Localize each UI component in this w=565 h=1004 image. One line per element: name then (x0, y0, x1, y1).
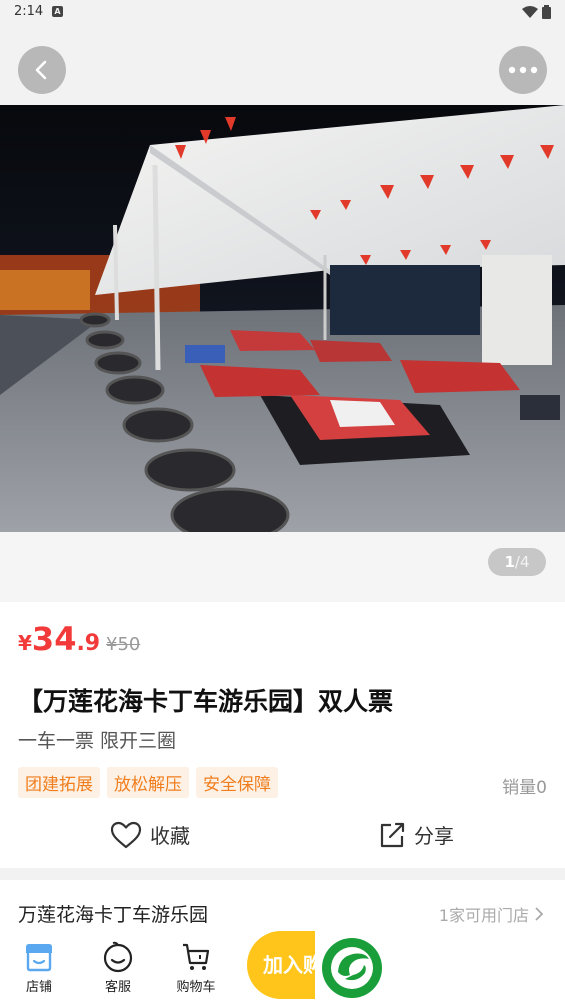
pager-total: 4 (519, 553, 530, 571)
brand-leaf-icon (331, 947, 373, 989)
brand-logo[interactable] (322, 938, 382, 998)
back-button[interactable] (18, 46, 66, 94)
favorite-button[interactable]: 收藏 (110, 820, 190, 849)
sales-count: 销量0 (502, 778, 547, 798)
price-integer: 34 (31, 620, 77, 658)
service-icon (103, 941, 133, 973)
product-title: 【万莲花海卡丁车游乐园】双人票 (18, 687, 394, 716)
chevron-right-icon (535, 907, 543, 921)
product-tags: 团建拓展 放松解压 安全保障 (18, 767, 278, 798)
store-count-label: 1家可用门店 (438, 906, 529, 925)
price-decimal: .9 (76, 631, 101, 656)
chevron-left-icon (35, 60, 47, 80)
tag: 放松解压 (107, 767, 189, 798)
status-icons (522, 5, 551, 19)
tab-store[interactable]: 店铺 (14, 938, 64, 995)
tag: 团建拓展 (18, 767, 100, 798)
tag: 安全保障 (196, 767, 278, 798)
battery-icon (542, 5, 551, 19)
status-time: 2:14 (14, 4, 44, 19)
top-navigation (0, 24, 565, 105)
store-count: 1家可用门店 (439, 902, 543, 926)
go-kart-track-photo (0, 105, 565, 532)
notification-icon: A (52, 6, 63, 17)
original-price: ¥50 (106, 634, 141, 655)
product-subtitle: 一车一票 限开三圈 (18, 730, 177, 752)
heart-icon (110, 821, 142, 848)
action-row: 收藏 分享 (0, 820, 565, 860)
cart-icon (183, 943, 210, 970)
share-button[interactable]: 分享 (378, 820, 454, 849)
store-name: 万莲花海卡丁车游乐园 (18, 904, 209, 926)
tab-cart[interactable]: 购物车 (171, 938, 221, 995)
tab-service-label: 客服 (104, 980, 131, 995)
favorite-label: 收藏 (150, 824, 190, 848)
product-image[interactable] (0, 105, 565, 532)
tab-service[interactable]: 客服 (93, 938, 143, 995)
product-info: ¥ 34 .9 ¥50 【万莲花海卡丁车游乐园】双人票 一车一票 限开三圈 团建… (0, 602, 565, 868)
currency-symbol: ¥ (18, 631, 32, 655)
more-button[interactable] (499, 46, 547, 94)
store-icon (26, 944, 52, 972)
share-icon (380, 822, 405, 847)
tab-cart-label: 购物车 (176, 980, 216, 995)
image-pager: 1/4 (488, 548, 546, 576)
pager-current: 1 (504, 553, 515, 571)
wifi-icon (522, 5, 538, 18)
share-label: 分享 (414, 824, 454, 848)
more-dots-icon (508, 66, 538, 74)
gallery-footer: 1/4 (0, 532, 565, 602)
sale-price: ¥ 34 .9 (18, 620, 100, 658)
add-to-cart-button[interactable]: 加入购物车 (247, 931, 315, 999)
tab-store-label: 店铺 (25, 980, 52, 995)
bottom-tab-bar: 店铺 客服 购物车 加入购物车 (0, 930, 565, 1004)
status-bar: 2:14 A (0, 0, 565, 24)
